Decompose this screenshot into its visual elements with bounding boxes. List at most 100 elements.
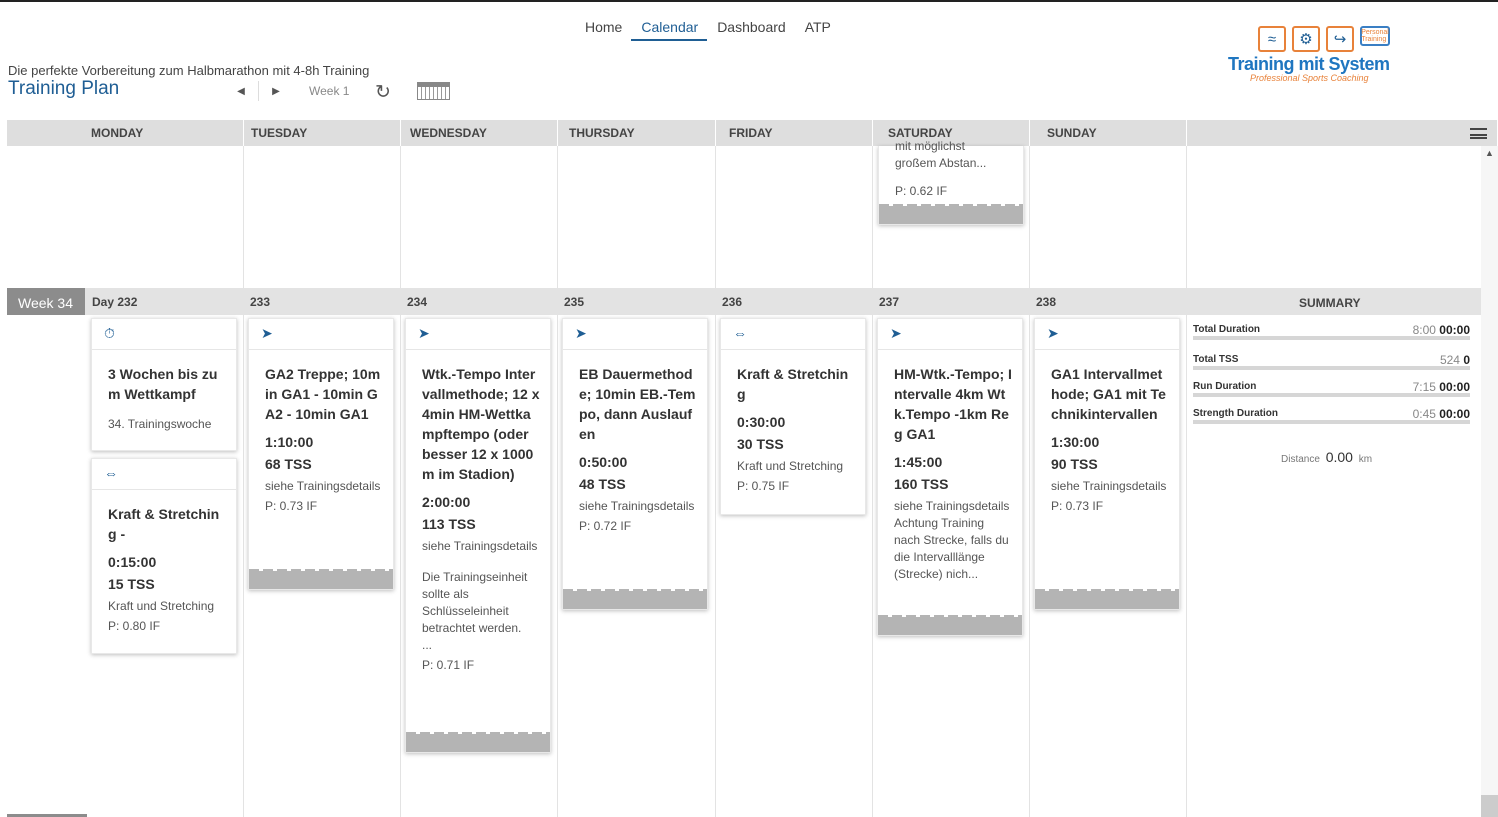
summary-planned: 524: [1439, 353, 1460, 367]
card-duration: 0:15:00: [108, 554, 157, 570]
personal-training-badge: Personal Training: [1360, 26, 1390, 46]
card-intensity-bar: [878, 615, 1022, 635]
hamburger-menu-icon[interactable]: [1470, 128, 1487, 139]
next-week-icon[interactable]: ▶: [267, 81, 285, 101]
card-tss: 90 TSS: [1051, 456, 1098, 472]
summary-done: 0: [1463, 353, 1470, 367]
card-tss: 160 TSS: [894, 476, 949, 492]
grid-line: [557, 146, 558, 817]
nav-atp[interactable]: ATP: [795, 19, 840, 41]
refresh-icon[interactable]: ↻: [375, 81, 391, 104]
distance-unit: km: [1358, 454, 1373, 465]
summary-total-duration: Total Duration 8:00 00:00: [1193, 323, 1470, 340]
swim-icon: ≈: [1258, 26, 1286, 52]
nav-home[interactable]: Home: [575, 19, 631, 41]
workout-card-wednesday[interactable]: ➤ Wtk.-Tempo Intervallmethode; 12 x 4min…: [405, 318, 551, 753]
summary-planned: 0:45: [1412, 407, 1436, 421]
card-description: siehe Trainingsdetails: [579, 499, 695, 513]
nav-calendar[interactable]: Calendar: [631, 19, 708, 41]
logo-icons: ≈ ⚙ ↪ Personal Training: [1258, 26, 1430, 52]
card-intensity-bar: [1035, 589, 1179, 609]
stopwatch-icon: ⏱: [92, 319, 236, 350]
shoe-icon: ➤: [249, 319, 393, 350]
summary-progress-bar: [1193, 420, 1470, 424]
distance-label: Distance: [1281, 454, 1320, 465]
card-tss: 48 TSS: [579, 476, 626, 492]
card-title: Kraft & Stretching -: [108, 506, 220, 542]
workout-card-thursday[interactable]: ➤ EB Dauermethode; 10min EB.-Tempo, dann…: [562, 318, 708, 610]
shoe-icon: ➤: [878, 319, 1022, 350]
header-tuesday: TUESDAY: [243, 120, 400, 146]
card-title: 3 Wochen bis zum Wettkampf: [108, 366, 218, 402]
brand-logo: ≈ ⚙ ↪ Personal Training Training mit Sys…: [1228, 26, 1430, 96]
summary-label: Total TSS: [1193, 354, 1239, 365]
scroll-thumb[interactable]: [1481, 795, 1498, 817]
summary-title: SUMMARY: [1299, 296, 1361, 310]
main-nav: Home Calendar Dashboard ATP: [575, 19, 840, 41]
card-if: P: 0.80 IF: [108, 619, 161, 633]
card-if: P: 0.73 IF: [265, 499, 318, 513]
card-description: Kraft und Stretching: [737, 459, 844, 473]
summary-run-duration: Run Duration 7:15 00:00: [1193, 380, 1470, 397]
workout-card-saturday[interactable]: ➤ HM-Wtk.-Tempo; Intervalle 4km Wtk.Temp…: [877, 318, 1023, 636]
card-intensity-bar: [563, 589, 707, 609]
scroll-up-icon[interactable]: ▲: [1485, 148, 1494, 158]
card-duration: 2:00:00: [422, 494, 471, 510]
bike-icon: ⚙: [1292, 26, 1320, 52]
card-if: P: 0.75 IF: [737, 479, 790, 493]
day-number-sunday: 238: [1036, 295, 1057, 309]
workout-card-friday[interactable]: ⇔ Kraft & Stretching 0:30:00 30 TSS Kraf…: [720, 318, 866, 515]
run-icon: ↪: [1326, 26, 1354, 52]
prev-week-icon[interactable]: ◀: [232, 81, 250, 101]
window-top-border: [0, 0, 1498, 2]
header-wednesday: WEDNESDAY: [400, 120, 557, 146]
day-number-friday: 236: [722, 295, 743, 309]
day-number-wednesday: 234: [407, 295, 428, 309]
header-summary-col: [1186, 120, 1481, 146]
card-duration: 0:50:00: [579, 454, 628, 470]
week-label: Week 1: [309, 84, 350, 98]
vertical-scrollbar[interactable]: ▲: [1481, 146, 1498, 817]
day-number-saturday: 237: [879, 295, 900, 309]
card-title: Kraft & Stretching: [737, 366, 849, 402]
logo-tagline: Professional Sports Coaching: [1250, 73, 1369, 83]
grid-line: [400, 146, 401, 817]
card-duration: 1:45:00: [894, 454, 943, 470]
page-title: Training Plan: [8, 78, 120, 99]
card-if: P: 0.72 IF: [579, 519, 632, 533]
week-badge: Week 34: [7, 288, 85, 315]
card-description: mit möglichst großem Abstan...: [895, 139, 987, 170]
dumbbell-icon: ⇔: [721, 319, 865, 350]
workout-card-prev-saturday[interactable]: mit möglichst großem Abstan... P: 0.62 I…: [878, 139, 1024, 225]
header-monday: MONDAY: [91, 126, 144, 140]
shoe-icon: ➤: [1035, 319, 1179, 350]
shoe-icon: ➤: [563, 319, 707, 350]
day-number-tuesday: 233: [250, 295, 271, 309]
card-description: 34. Trainingswoche: [108, 417, 212, 431]
workout-card-sunday[interactable]: ➤ GA1 Intervallmethode; GA1 mit Techniki…: [1034, 318, 1180, 610]
card-tss: 30 TSS: [737, 436, 784, 452]
workout-card-monday-strength[interactable]: ⇔ Kraft & Stretching - 0:15:00 15 TSS Kr…: [91, 458, 237, 654]
summary-label: Strength Duration: [1193, 408, 1278, 419]
card-title: EB Dauermethode; 10min EB.-Tempo, dann A…: [579, 366, 696, 442]
weekday-header: MONDAY TUESDAY WEDNESDAY THURSDAY FRIDAY…: [7, 120, 1497, 146]
card-description: Kraft und Stretching: [108, 599, 215, 613]
calendar-picker-icon[interactable]: [417, 82, 450, 100]
workout-card-tuesday[interactable]: ➤ GA2 Treppe; 10min GA1 - 10min GA2 - 10…: [248, 318, 394, 590]
nav-dashboard[interactable]: Dashboard: [707, 19, 795, 41]
summary-strength-duration: Strength Duration 0:45 00:00: [1193, 407, 1470, 424]
card-if: P: 0.73 IF: [1051, 499, 1104, 513]
summary-done: 00:00: [1439, 380, 1470, 394]
event-card-monday[interactable]: ⏱ 3 Wochen bis zum Wettkampf 34. Trainin…: [91, 318, 237, 451]
week-navigator: ◀ ▶ Week 1: [232, 81, 349, 101]
summary-progress-bar: [1193, 336, 1470, 340]
header-friday: FRIDAY: [715, 120, 872, 146]
card-title: GA1 Intervallmethode; GA1 mit Technikint…: [1051, 366, 1166, 422]
summary-label: Run Duration: [1193, 381, 1257, 392]
logo-text: Training mit System: [1228, 54, 1390, 74]
card-tss: 15 TSS: [108, 576, 155, 592]
grid-line: [243, 146, 244, 817]
summary-progress-bar: [1193, 366, 1470, 370]
summary-progress-bar: [1193, 393, 1470, 397]
card-if: P: 0.71 IF: [422, 658, 475, 672]
